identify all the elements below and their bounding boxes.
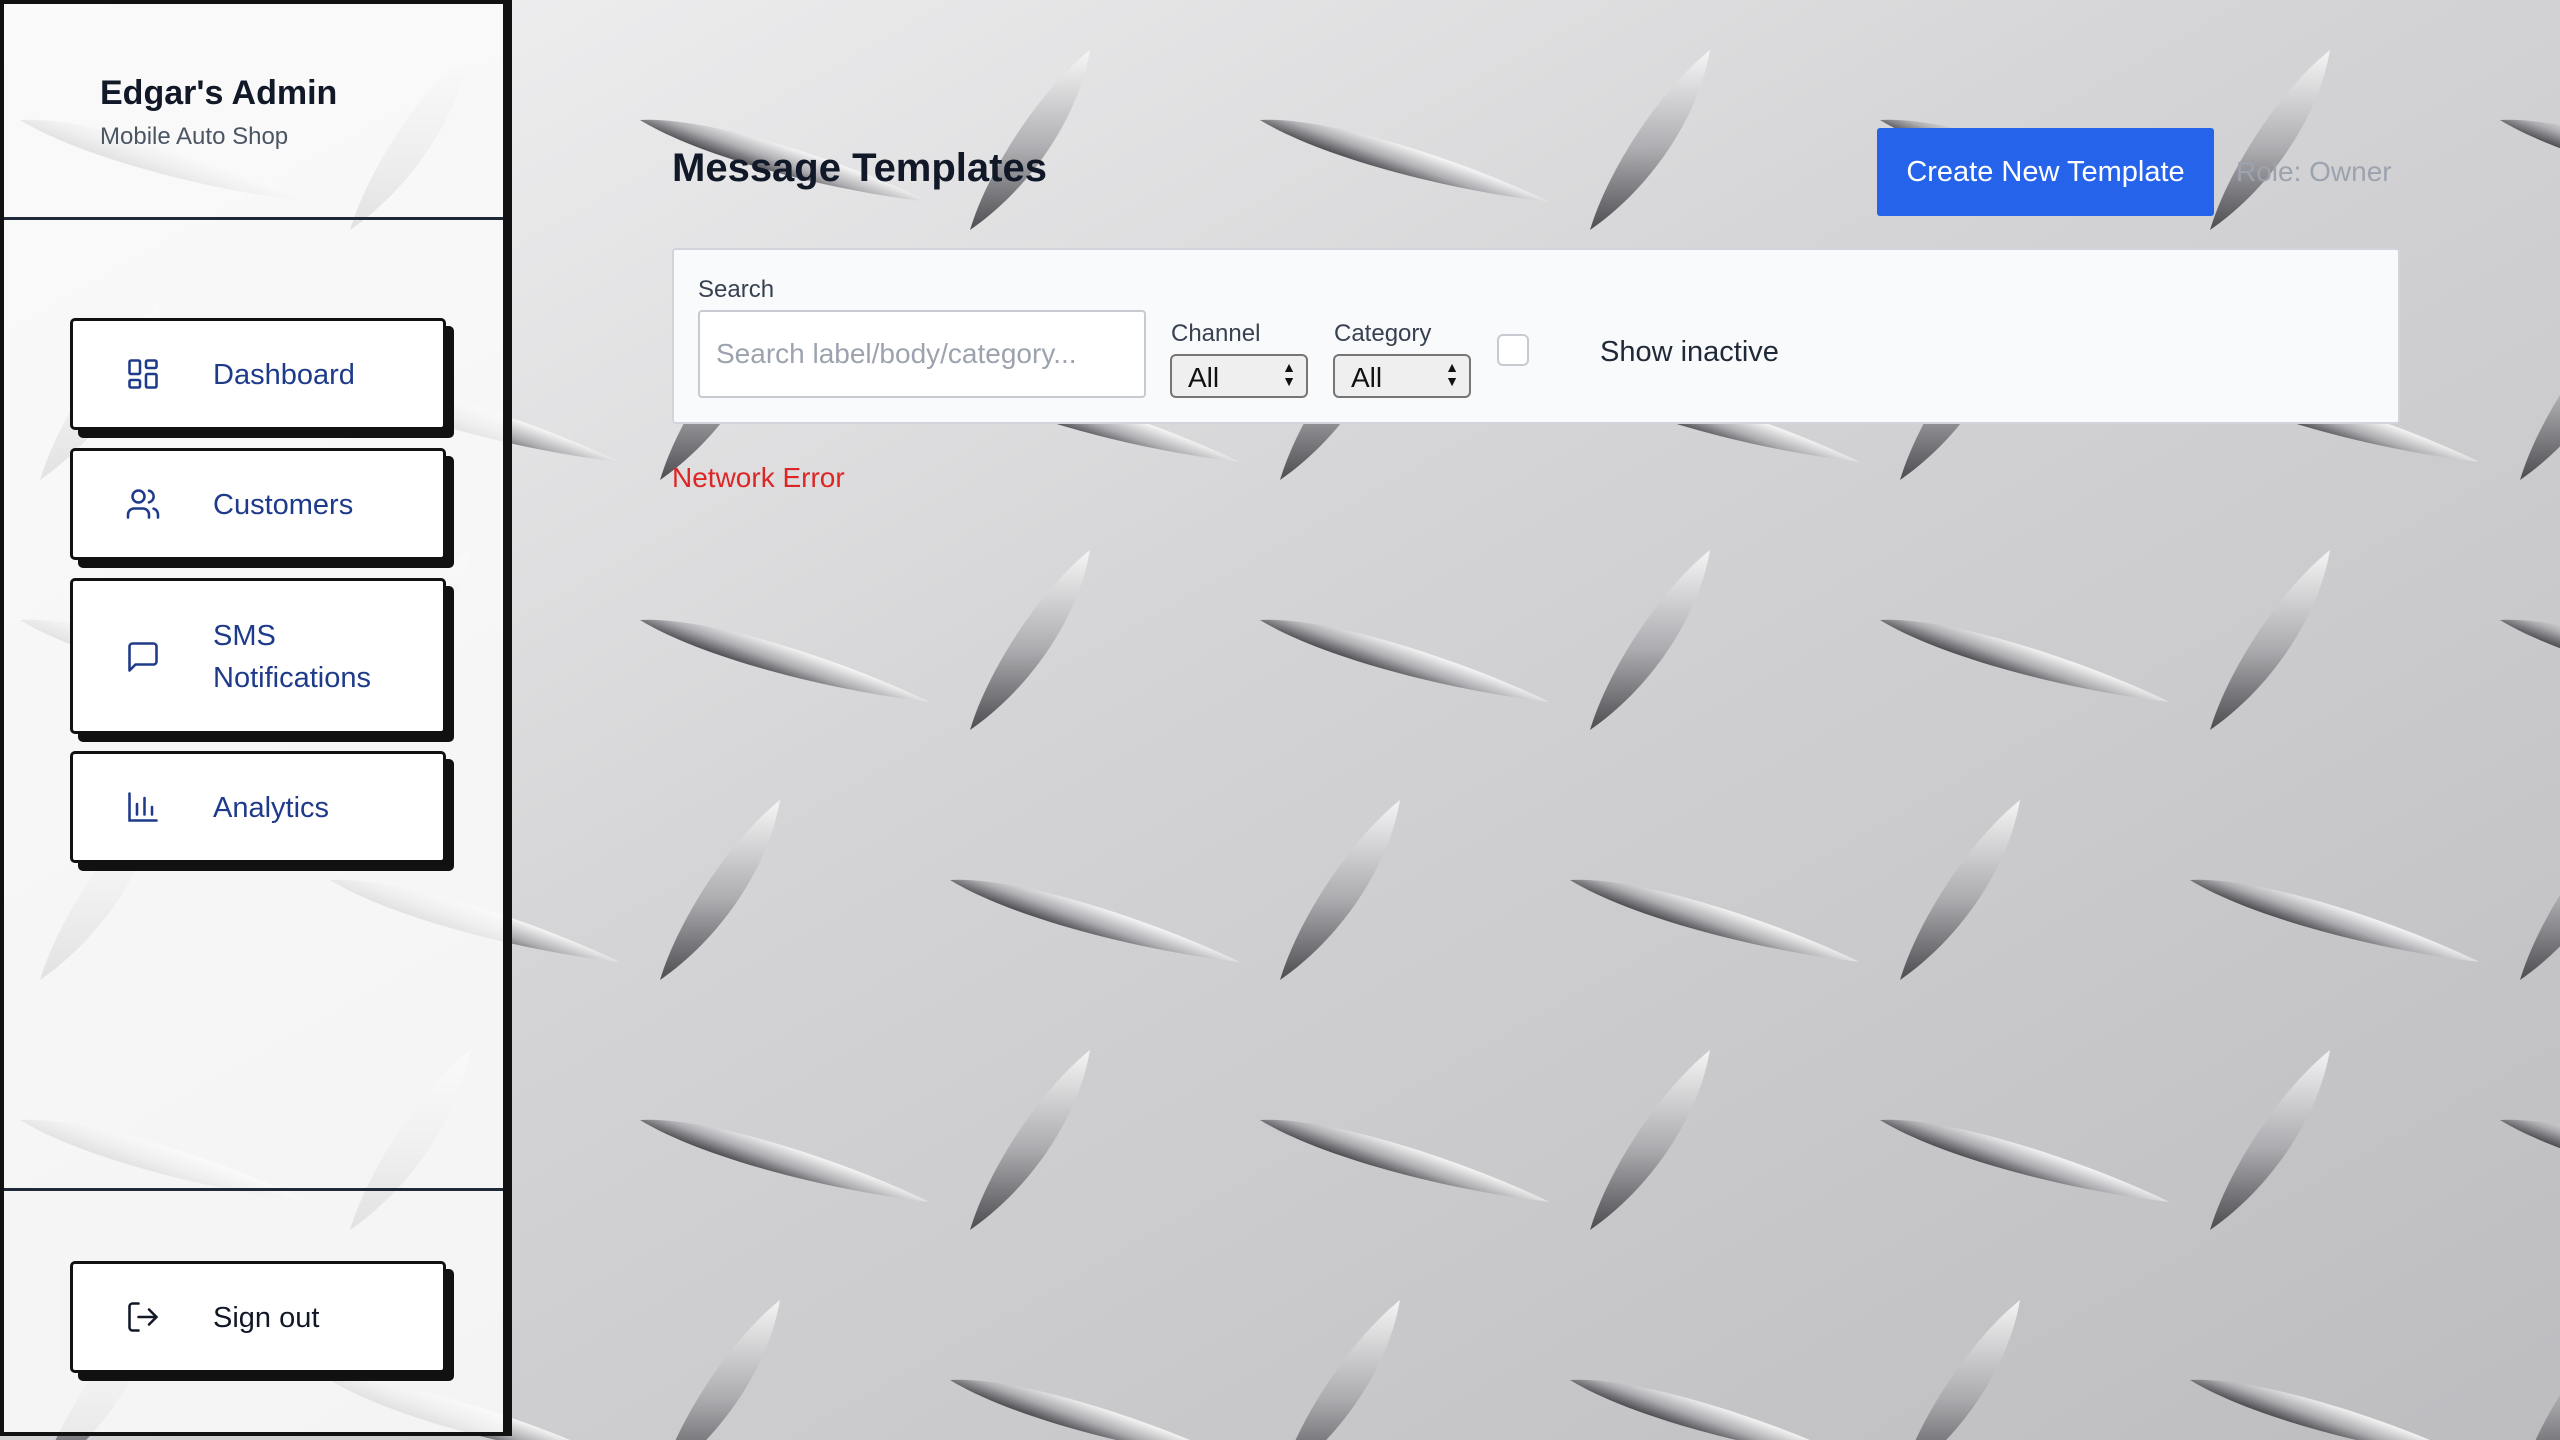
show-inactive-checkbox[interactable]	[1497, 334, 1529, 366]
sidebar-item-analytics[interactable]: Analytics	[70, 751, 446, 863]
sidebar: Edgar's Admin Mobile Auto Shop Dashboard…	[0, 0, 512, 1436]
sidebar-item-sms-notifications[interactable]: SMS Notifications	[70, 578, 446, 734]
select-arrows-icon: ▲ ▼	[1282, 359, 1296, 389]
message-icon	[123, 637, 163, 677]
category-label: Category	[1334, 320, 1432, 347]
sidebar-item-dashboard[interactable]: Dashboard	[70, 318, 446, 430]
sign-out-label: Sign out	[213, 1302, 320, 1334]
sidebar-item-label: Dashboard	[213, 359, 355, 391]
create-template-button[interactable]: Create New Template	[1877, 128, 2214, 216]
sign-out-icon	[123, 1297, 163, 1337]
search-label: Search	[698, 276, 775, 303]
channel-select-value: All	[1188, 362, 1220, 393]
users-icon	[123, 484, 163, 524]
error-message: Network Error	[672, 462, 845, 493]
sign-out-button[interactable]: Sign out	[70, 1261, 446, 1373]
brand-title: Edgar's Admin	[100, 74, 338, 112]
grid-icon	[123, 354, 163, 394]
channel-select[interactable]: All ▲ ▼	[1170, 354, 1308, 398]
role-label: Role: Owner	[2236, 156, 2392, 187]
page-title: Message Templates	[672, 146, 1047, 190]
bar-chart-icon	[123, 787, 163, 827]
category-select[interactable]: All ▲ ▼	[1333, 354, 1471, 398]
channel-label: Channel	[1171, 320, 1261, 347]
sidebar-item-label: SMS Notifications	[213, 620, 371, 694]
select-arrows-icon: ▲ ▼	[1445, 359, 1459, 389]
category-select-value: All	[1351, 362, 1383, 393]
sidebar-item-label: Customers	[213, 489, 354, 521]
show-inactive-label: Show inactive	[1600, 336, 1779, 368]
filter-panel: Search Channel All ▲▼ Category All ▲▼ Sh…	[672, 248, 2400, 424]
sidebar-item-customers[interactable]: Customers	[70, 448, 446, 560]
brand-header: Edgar's Admin Mobile Auto Shop	[4, 4, 503, 220]
sidebar-item-label: Analytics	[213, 792, 330, 824]
search-input[interactable]	[698, 310, 1146, 398]
brand-subtitle: Mobile Auto Shop	[100, 123, 289, 150]
